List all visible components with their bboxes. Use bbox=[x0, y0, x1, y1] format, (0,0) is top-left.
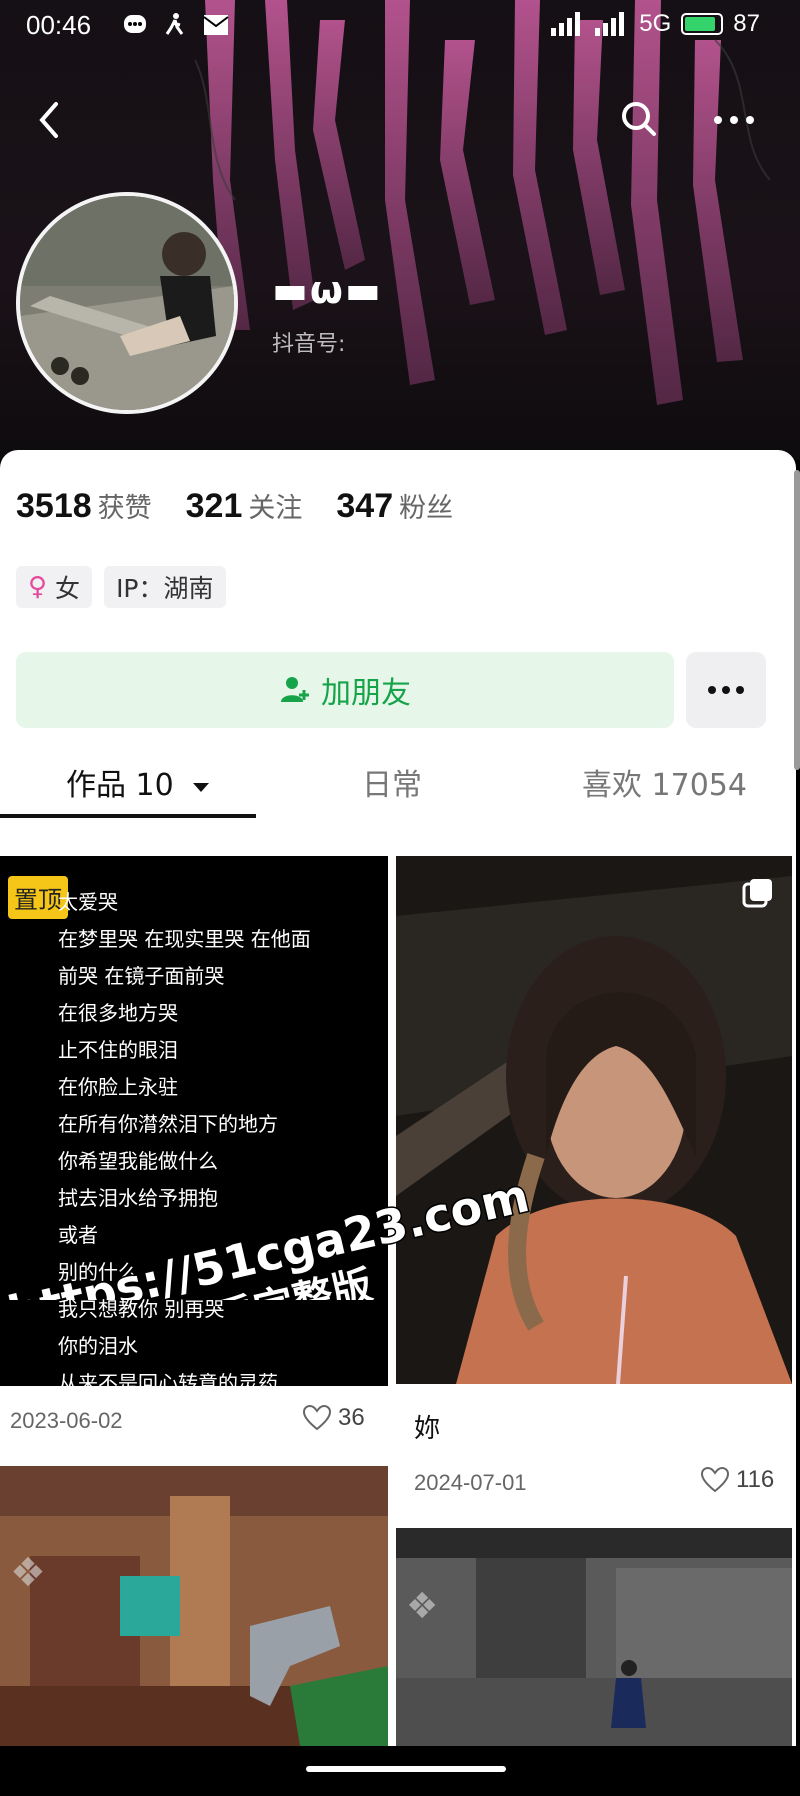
profile-banner: 00:46 5G 87 ▬ω▬ 抖音号: bbox=[0, 0, 800, 460]
tab-likes[interactable]: 喜欢 17054 bbox=[582, 760, 747, 804]
stat-followers-label: 粉丝 bbox=[399, 493, 454, 524]
status-bar: 00:46 5G 87 bbox=[0, 0, 800, 50]
stat-followers-count: 347 bbox=[336, 487, 394, 525]
post-thumbnail[interactable]: ❖ bbox=[396, 1528, 792, 1746]
post-caption: 妳 bbox=[414, 1414, 441, 1444]
message-icon bbox=[124, 15, 146, 33]
post-photo: ❖ bbox=[396, 1528, 792, 1746]
post-date: 2024-07-01 bbox=[414, 1470, 527, 1495]
mail-icon bbox=[203, 15, 229, 35]
profile-stats: 3518 获赞 321 关注 347 粉丝 bbox=[16, 486, 453, 526]
post-card[interactable]: 置顶 太爱哭 在梦里哭 在现实里哭 在他面 前哭 在镜子面前哭 在很多地方哭 止… bbox=[0, 856, 388, 1456]
svg-text:❖: ❖ bbox=[10, 1550, 46, 1596]
stat-likes-label: 获赞 bbox=[97, 493, 152, 524]
battery-icon bbox=[681, 13, 724, 35]
heart-icon bbox=[302, 1404, 332, 1431]
back-button[interactable] bbox=[30, 90, 70, 150]
search-icon bbox=[622, 102, 656, 136]
status-time: 00:46 bbox=[26, 10, 92, 40]
banner-artwork bbox=[195, 0, 771, 405]
avatar[interactable] bbox=[16, 192, 238, 414]
active-tab-indicator bbox=[0, 814, 256, 818]
post-card[interactable]: ❖ bbox=[0, 1466, 388, 1746]
gender-label: 女 bbox=[55, 574, 81, 603]
profile-tags: ♀ 女 IP：湖南 bbox=[16, 566, 226, 608]
signal-icon-2 bbox=[595, 12, 625, 36]
profile-name: ▬ω▬ bbox=[272, 268, 383, 312]
tab-works-label: 作品 10 bbox=[66, 768, 174, 803]
post-thumbnail[interactable]: ❖ bbox=[0, 1466, 388, 1746]
post-date: 2023-06-02 bbox=[10, 1408, 123, 1433]
walking-icon bbox=[165, 13, 184, 35]
post-thumbnail[interactable]: 置顶 太爱哭 在梦里哭 在现实里哭 在他面 前哭 在镜子面前哭 在很多地方哭 止… bbox=[0, 856, 388, 1386]
signal-icon bbox=[551, 12, 581, 36]
post-likes[interactable]: 36 bbox=[302, 1404, 365, 1432]
ip-label: IP：湖南 bbox=[116, 574, 214, 603]
avatar-photo bbox=[20, 196, 234, 410]
caret-down-icon bbox=[193, 783, 210, 792]
post-photo bbox=[396, 856, 792, 1384]
post-photo: ❖ bbox=[0, 1466, 388, 1746]
add-user-icon bbox=[281, 677, 309, 702]
battery-level: 87 bbox=[733, 10, 760, 37]
more-actions-button[interactable] bbox=[686, 652, 766, 728]
chevron-left-icon bbox=[39, 102, 58, 138]
more-horizontal-icon bbox=[708, 686, 744, 694]
stat-following-count: 321 bbox=[185, 487, 243, 525]
add-friend-label: 加朋友 bbox=[321, 676, 411, 711]
stat-following[interactable]: 321 关注 bbox=[186, 486, 303, 526]
post-card[interactable]: 妳 2024-07-01 116 bbox=[396, 856, 792, 1518]
tab-works[interactable]: 作品 10 bbox=[66, 760, 211, 804]
home-indicator[interactable] bbox=[306, 1766, 506, 1772]
post-likes-count: 116 bbox=[736, 1466, 775, 1493]
post-likes[interactable]: 116 bbox=[700, 1466, 774, 1494]
system-navigation-bar bbox=[0, 1746, 800, 1796]
post-card[interactable]: ❖ bbox=[396, 1528, 792, 1746]
post-thumbnail[interactable] bbox=[396, 856, 792, 1384]
heart-icon bbox=[700, 1466, 730, 1493]
top-navigation bbox=[0, 90, 800, 150]
content-tabs: 作品 10 日常 喜欢 17054 bbox=[0, 750, 796, 820]
multi-image-icon bbox=[742, 879, 772, 908]
network-type: 5G bbox=[639, 10, 672, 37]
svg-text:❖: ❖ bbox=[406, 1586, 438, 1627]
female-icon: ♀ bbox=[28, 572, 48, 602]
more-options-button[interactable] bbox=[706, 96, 762, 144]
stat-followers[interactable]: 347 粉丝 bbox=[336, 486, 453, 526]
more-horizontal-icon bbox=[714, 116, 754, 124]
post-lyrics: 太爱哭 在梦里哭 在现实里哭 在他面 前哭 在镜子面前哭 在很多地方哭 止不住的… bbox=[58, 890, 311, 1386]
stat-likes[interactable]: 3518 获赞 bbox=[16, 486, 152, 526]
post-likes-count: 36 bbox=[338, 1404, 365, 1431]
scrollbar[interactable] bbox=[794, 470, 800, 770]
add-friend-button[interactable]: 加朋友 bbox=[16, 652, 674, 728]
gender-tag: ♀ 女 bbox=[16, 566, 93, 608]
ip-tag: IP：湖南 bbox=[104, 566, 226, 608]
stat-likes-count: 3518 bbox=[16, 487, 92, 525]
search-button[interactable] bbox=[616, 96, 664, 144]
stat-following-label: 关注 bbox=[248, 493, 303, 524]
douyin-id: 抖音号: bbox=[272, 332, 346, 357]
tab-daily[interactable]: 日常 bbox=[362, 760, 422, 804]
